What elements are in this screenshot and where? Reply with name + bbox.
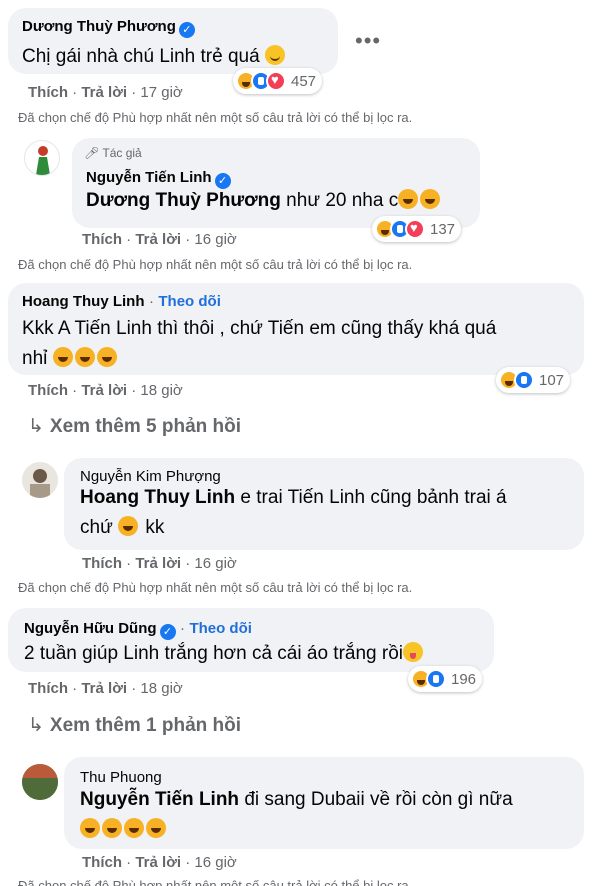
timestamp[interactable]: 16 giờ — [194, 854, 236, 871]
follow-link[interactable]: Theo dõi — [158, 293, 221, 310]
like-link[interactable]: Thích — [82, 555, 122, 572]
filter-note: Đã chọn chế độ Phù hợp nhất nên một số c… — [18, 257, 413, 272]
reaction-summary[interactable]: 457 — [233, 68, 323, 94]
reply-link[interactable]: Trả lời — [81, 84, 127, 101]
reaction-count: 107 — [539, 371, 565, 389]
reaction-summary[interactable]: 137 — [372, 216, 462, 242]
avatar-image — [22, 764, 58, 800]
laugh-emoji-icon — [420, 189, 441, 209]
microphone-icon: 🎤︎ — [84, 146, 100, 160]
comment-text: 2 tuần giúp Linh trắng hơn cả cái áo trắ… — [24, 639, 423, 669]
reply-link[interactable]: Trả lời — [81, 680, 127, 697]
timestamp[interactable]: 16 giờ — [194, 231, 236, 248]
tongue-emoji-icon — [403, 642, 423, 662]
love-reaction-icon — [405, 219, 425, 239]
comment-text: Dương Thuỳ Phương như 20 nha c — [86, 186, 442, 216]
reply-bubble: Thu Phuong Nguyễn Tiến Linh đi sang Duba… — [64, 757, 584, 849]
reply-link[interactable]: Trả lời — [81, 382, 127, 399]
laugh-emoji-icon — [398, 189, 419, 209]
timestamp[interactable]: 16 giờ — [194, 555, 236, 572]
like-link[interactable]: Thích — [28, 84, 68, 101]
like-reaction-icon — [514, 370, 534, 390]
mention-link[interactable]: Hoang Thuy Linh — [80, 487, 235, 508]
author-tag: Tác giả — [102, 146, 142, 160]
filter-note: Đã chọn chế độ Phù hợp nhất nên một số c… — [18, 878, 413, 886]
timestamp[interactable]: 18 giờ — [140, 680, 182, 697]
commenter-name[interactable]: Dương Thuỳ Phương — [22, 18, 176, 35]
reply-link[interactable]: Trả lời — [135, 231, 181, 248]
comment-bubble: Hoang Thuy Linh · Theo dõi Kkk A Tiến Li… — [8, 283, 584, 375]
reply-bubble: 🎤︎ Tác giả Nguyễn Tiến Linh ✓ Dương Thuỳ … — [72, 138, 480, 228]
comment-actions: Thích · Trả lời · 16 giờ — [82, 854, 237, 871]
view-more-replies-link[interactable]: ↳ Xem thêm 5 phản hồi — [28, 415, 241, 438]
reaction-summary[interactable]: 196 — [408, 666, 483, 692]
avatar[interactable] — [22, 764, 58, 800]
laugh-emoji-icon — [96, 347, 117, 367]
avatar-image — [30, 469, 50, 498]
comment-text: Hoang Thuy Linh e trai Tiến Linh cũng bả… — [80, 487, 507, 538]
commenter-name[interactable]: Nguyễn Hữu Dũng — [24, 620, 157, 637]
reaction-count: 137 — [430, 220, 456, 238]
like-reaction-icon — [426, 669, 446, 689]
laugh-emoji-icon — [118, 516, 139, 536]
laugh-emoji-icon — [52, 347, 73, 367]
filter-note: Đã chọn chế độ Phù hợp nhất nên một số c… — [18, 580, 413, 595]
commenter-name[interactable]: Hoang Thuy Linh — [22, 293, 144, 310]
more-horizontal-icon[interactable]: ••• — [355, 28, 381, 54]
like-link[interactable]: Thích — [82, 854, 122, 871]
smile-emoji-icon — [264, 45, 285, 65]
follow-link[interactable]: Theo dõi — [189, 620, 252, 637]
comment-bubble: Nguyễn Hữu Dũng ✓ · Theo dõi 2 tuần giúp … — [8, 608, 494, 672]
comment-text: Kkk A Tiến Linh thì thôi , chứ Tiến em c… — [22, 318, 497, 369]
mention-link[interactable]: Nguyễn Tiến Linh — [80, 789, 239, 810]
comment-bubble: Dương Thuỳ Phương ✓ Chị gái nhà chú Linh … — [8, 8, 338, 74]
commenter-name[interactable]: Nguyễn Tiến Linh — [86, 169, 212, 186]
view-more-replies-link[interactable]: ↳ Xem thêm 1 phản hồi — [28, 714, 241, 737]
laugh-emoji-icon — [80, 818, 100, 838]
commenter-name[interactable]: Thu Phuong — [80, 769, 162, 786]
comment-actions: Thích · Trả lời · 18 giờ — [28, 382, 183, 399]
like-link[interactable]: Thích — [82, 231, 122, 248]
reply-link[interactable]: Trả lời — [135, 555, 181, 572]
comment-actions: Thích · Trả lời · 18 giờ — [28, 680, 183, 697]
laugh-emoji-icon — [146, 818, 166, 838]
reaction-count: 196 — [451, 670, 477, 688]
laugh-emoji-icon — [74, 347, 95, 367]
mention-link[interactable]: Dương Thuỳ Phương — [86, 190, 281, 211]
reaction-summary[interactable]: 107 — [496, 367, 571, 393]
like-link[interactable]: Thích — [28, 382, 68, 399]
comment-actions: Thích · Trả lời · 17 giờ — [28, 84, 183, 101]
verified-badge-icon: ✓ — [178, 22, 195, 38]
love-reaction-icon — [266, 71, 286, 91]
verified-badge-icon: ✓ — [159, 624, 176, 640]
avatar-image — [36, 146, 50, 175]
comment-actions: Thích · Trả lời · 16 giờ — [82, 555, 237, 572]
filter-note: Đã chọn chế độ Phù hợp nhất nên một số c… — [18, 110, 413, 125]
avatar[interactable] — [22, 462, 58, 498]
reply-arrow-icon: ↳ — [28, 715, 44, 736]
laugh-emoji-icon — [124, 818, 144, 838]
comment-actions: Thích · Trả lời · 16 giờ — [82, 231, 237, 248]
like-link[interactable]: Thích — [28, 680, 68, 697]
timestamp[interactable]: 17 giờ — [140, 84, 182, 101]
comment-text: Nguyễn Tiến Linh đi sang Dubaii về rồi c… — [80, 785, 513, 845]
timestamp[interactable]: 18 giờ — [140, 382, 182, 399]
laugh-emoji-icon — [102, 818, 122, 838]
reply-arrow-icon: ↳ — [28, 416, 44, 437]
reply-link[interactable]: Trả lời — [135, 854, 181, 871]
reaction-count: 457 — [291, 72, 317, 90]
avatar[interactable] — [24, 140, 60, 176]
reply-bubble: Nguyễn Kim Phượng Hoang Thuy Linh e trai… — [64, 458, 584, 550]
